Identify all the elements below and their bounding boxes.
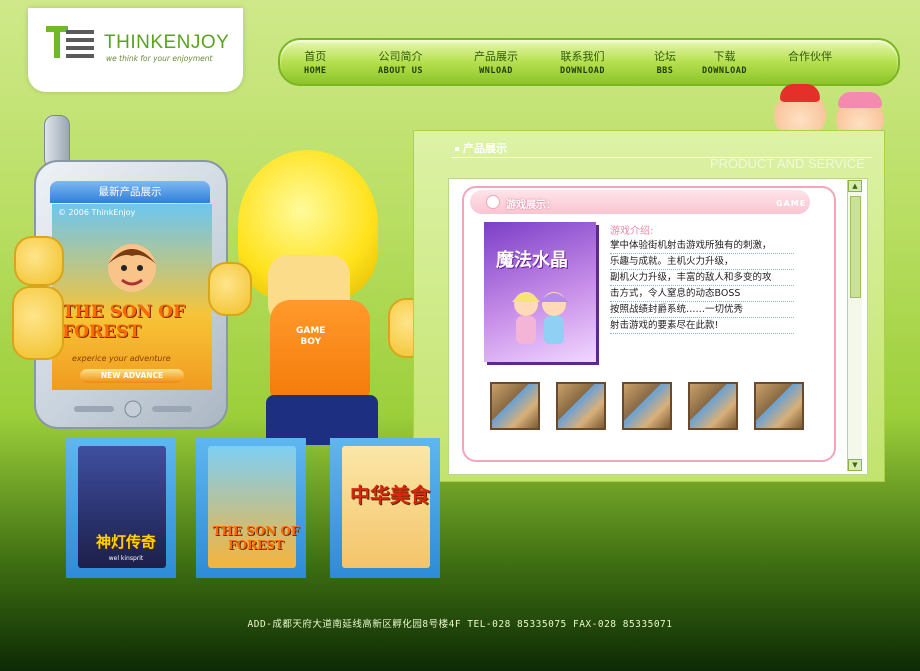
main-nav: 首页 HOME 公司简介 ABOUT US 产品展示 WNLOAD 联系我们 D…	[278, 38, 900, 86]
hand-icon	[14, 236, 64, 286]
nav-sublabel: ABOUT US	[378, 66, 423, 76]
game-box-title: 中华美食	[350, 483, 430, 507]
panel-subtitle: PRODUCT AND SERVICE	[710, 156, 865, 171]
phone-screen-game[interactable]: © 2006 ThinkEnjoy THE SON OF FOREST expe…	[52, 204, 212, 390]
intro-line: 按照战绩封爵系统……一切优秀	[610, 302, 794, 318]
section-tag: GAME	[776, 199, 807, 208]
screenshot-thumb[interactable]	[622, 382, 672, 430]
nav-label: 合作伙伴	[788, 50, 832, 63]
game-box-title: 神灯传奇	[95, 533, 156, 551]
phone-keypad-icon	[74, 400, 192, 418]
screen-game-title: THE SON OF FOREST	[62, 302, 186, 342]
hero-boy-icon	[108, 244, 156, 292]
intro-line: 乐趣与成就。主机火力升级，	[610, 254, 794, 270]
screen-game-sub: experice your adventure	[72, 354, 171, 363]
nav-sublabel: WNLOAD	[479, 66, 513, 76]
phone-header: 最新产品展示	[50, 181, 210, 203]
game-box-art: 中华美食	[342, 446, 430, 568]
game-box-food[interactable]: 中华美食	[330, 438, 440, 578]
shirt-text: GAME BOY	[296, 326, 326, 347]
bullet-icon	[486, 195, 500, 209]
nav-label: 首页	[304, 50, 327, 63]
game-box-art: 神灯传奇 wel kinsprit	[78, 446, 166, 568]
girls-illustration-icon	[512, 292, 568, 344]
game-box-genie[interactable]: 神灯传奇 wel kinsprit	[66, 438, 176, 578]
footer-address: ADD-成都天府大道南延线高新区孵化园8号楼4F TEL-028 8533507…	[247, 619, 673, 630]
intro-line: 射击游戏的要素尽在此款!	[610, 318, 794, 334]
game-box-art: THE SON OF FOREST	[208, 446, 299, 568]
intro-line: 副机火力升级，丰富的敌人和多变的攻	[610, 270, 794, 286]
nav-sublabel: DOWNLOAD	[560, 66, 605, 76]
game-box-title: THE SON OF FOREST	[212, 524, 300, 552]
nav-home[interactable]: 首页 HOME	[304, 48, 326, 76]
intro-line: 击方式，令人窒息的动态BOSS	[610, 286, 794, 302]
nav-label: 下载	[713, 50, 736, 63]
screenshot-thumb[interactable]	[490, 382, 540, 430]
scroll-up-icon[interactable]: ▲	[848, 180, 862, 192]
new-advance-button[interactable]: NEW ADVANCE	[80, 369, 184, 383]
game-box-sub: wel kinsprit	[108, 555, 144, 562]
logo[interactable]: THINKENJOY we think for your enjoyment	[28, 8, 243, 92]
nav-sublabel: DOWNLOAD	[702, 66, 747, 76]
panel-scrollbar[interactable]: ▲ ▼	[847, 180, 862, 471]
scroll-thumb[interactable]	[850, 196, 861, 298]
logo-mark-icon	[46, 26, 94, 58]
nav-download[interactable]: 下载 DOWNLOAD	[702, 48, 747, 76]
nav-bbs[interactable]: 论坛 BBS	[654, 48, 676, 76]
panel-title: 产品展示	[455, 140, 507, 156]
section-label: 游戏展示：	[506, 200, 556, 211]
hand-icon	[12, 286, 64, 360]
nav-label: 公司简介	[378, 50, 423, 63]
screen-copyright: © 2006 ThinkEnjoy	[58, 208, 136, 217]
screenshot-thumb[interactable]	[556, 382, 606, 430]
mascot-pink-hat-icon	[838, 92, 882, 108]
brand-slogan: we think for your enjoyment	[106, 54, 213, 63]
intro-heading: 游戏介绍:	[610, 226, 654, 237]
mascot-red-hat-icon	[780, 84, 820, 102]
nav-sublabel: BBS	[656, 66, 674, 76]
nav-label: 产品展示	[474, 50, 518, 63]
character-shirt	[270, 300, 370, 400]
screenshot-thumb[interactable]	[688, 382, 738, 430]
nav-products[interactable]: 产品展示 WNLOAD	[474, 48, 518, 76]
fist-icon	[208, 262, 252, 316]
scroll-down-icon[interactable]: ▼	[848, 459, 862, 471]
brand-name: THINKENJOY	[104, 32, 230, 53]
nav-sublabel: HOME	[304, 66, 327, 76]
game-box-forest[interactable]: THE SON OF FOREST	[196, 438, 306, 578]
nav-contact[interactable]: 联系我们 DOWNLOAD	[560, 48, 605, 76]
nav-about[interactable]: 公司简介 ABOUT US	[378, 48, 423, 76]
nav-partners[interactable]: 合作伙伴	[788, 48, 832, 66]
nav-label: 论坛	[654, 50, 676, 63]
intro-line: 掌中体验街机射击游戏所独有的刺激，	[610, 238, 794, 254]
nav-label: 联系我们	[560, 50, 605, 63]
game-cover-title: 魔法水晶	[496, 250, 568, 271]
screenshot-thumb[interactable]	[754, 382, 804, 430]
